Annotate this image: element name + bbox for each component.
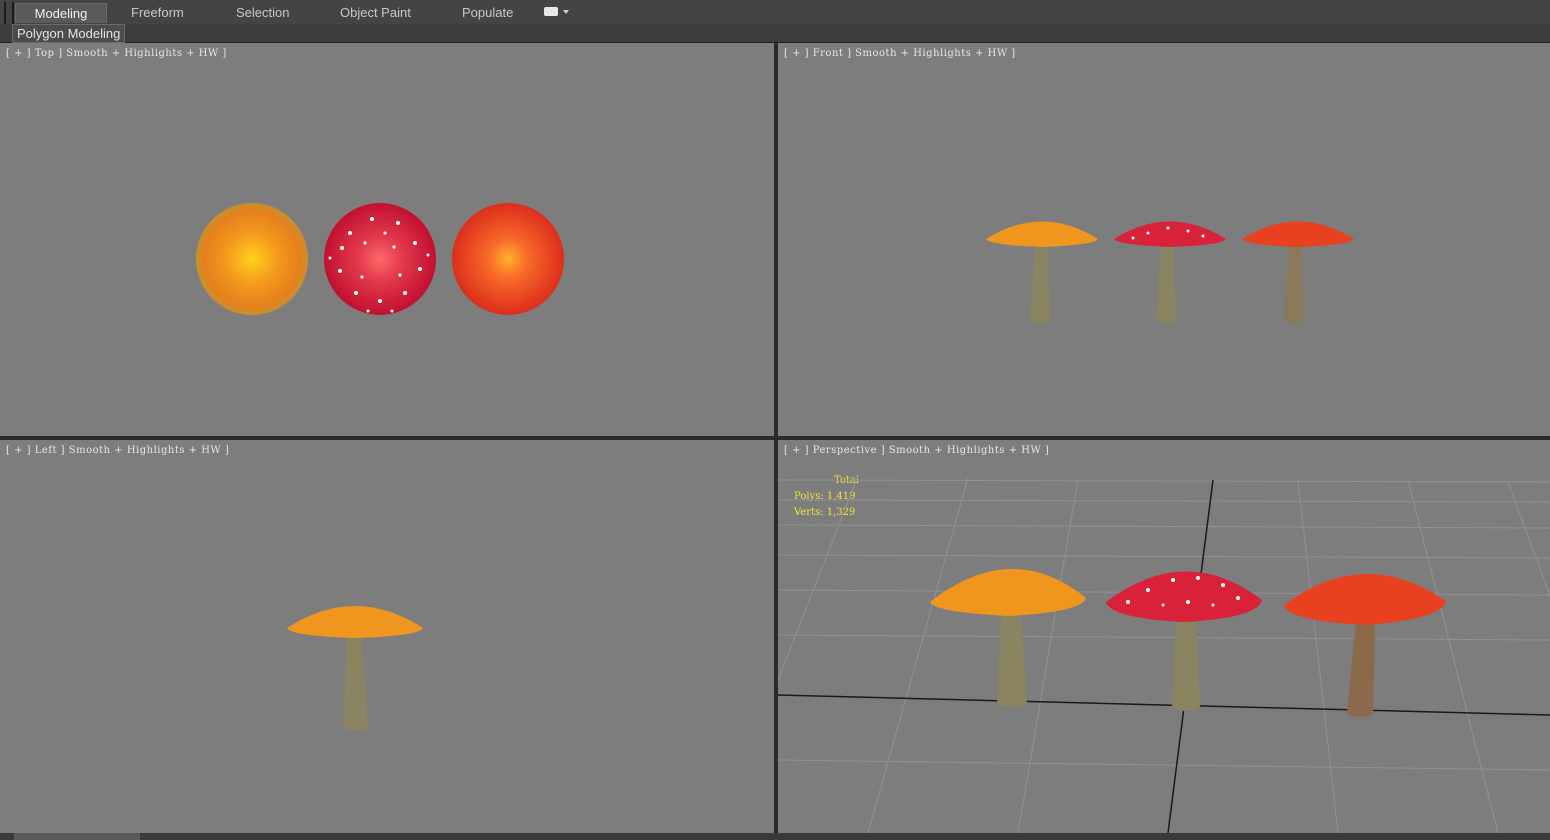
- orange-mushroom-front[interactable]: [986, 221, 1098, 324]
- orange-mushroom-cap-top[interactable]: [196, 203, 308, 315]
- viewport-front-scene: [986, 221, 1354, 324]
- polygon-modeling-panel-button[interactable]: Polygon Modeling: [12, 24, 126, 43]
- tab-populate[interactable]: Populate: [462, 3, 513, 22]
- red-spotted-mushroom-cap-top[interactable]: [324, 203, 436, 315]
- ground-grid: [778, 475, 1550, 833]
- viewport-front[interactable]: [ + ] Front ] Smooth + Highlights + HW ]: [778, 43, 1550, 436]
- viewport-left-scene: [287, 606, 423, 731]
- x-axis-line: [778, 694, 1550, 716]
- tab-object-paint[interactable]: Object Paint: [340, 3, 411, 22]
- viewport-perspective[interactable]: [ + ] Perspective ] Smooth + Highlights …: [778, 440, 1550, 833]
- orange-mushroom-perspective[interactable]: [930, 568, 1086, 707]
- tab-modeling[interactable]: Modeling: [15, 3, 107, 23]
- chevron-down-icon[interactable]: [563, 10, 569, 14]
- dropdown-icon[interactable]: [544, 7, 558, 16]
- orange-mushroom-left[interactable]: [287, 606, 423, 731]
- red-mushroom-perspective[interactable]: [1284, 573, 1446, 717]
- time-slider[interactable]: [14, 833, 140, 840]
- ribbon-panel-bar: Polygon Modeling: [0, 24, 1550, 43]
- viewport-perspective-scene: [778, 475, 1550, 833]
- viewport-top-scene: [196, 203, 564, 315]
- tab-freeform[interactable]: Freeform: [131, 3, 184, 22]
- viewport-left[interactable]: [ + ] Left ] Smooth + Highlights + HW ]: [0, 440, 774, 833]
- ribbon: Modeling Freeform Selection Object Paint…: [0, 0, 1550, 42]
- red-mushroom-cap-top[interactable]: [452, 203, 564, 315]
- red-spotted-mushroom-front[interactable]: [1114, 221, 1226, 324]
- viewport-top[interactable]: [ + ] Top ] Smooth + Highlights + HW ]: [0, 43, 774, 436]
- red-spotted-mushroom-perspective[interactable]: [1106, 571, 1262, 711]
- red-mushroom-front[interactable]: [1242, 221, 1354, 324]
- status-bar: [0, 833, 1550, 840]
- tab-selection[interactable]: Selection: [236, 3, 289, 22]
